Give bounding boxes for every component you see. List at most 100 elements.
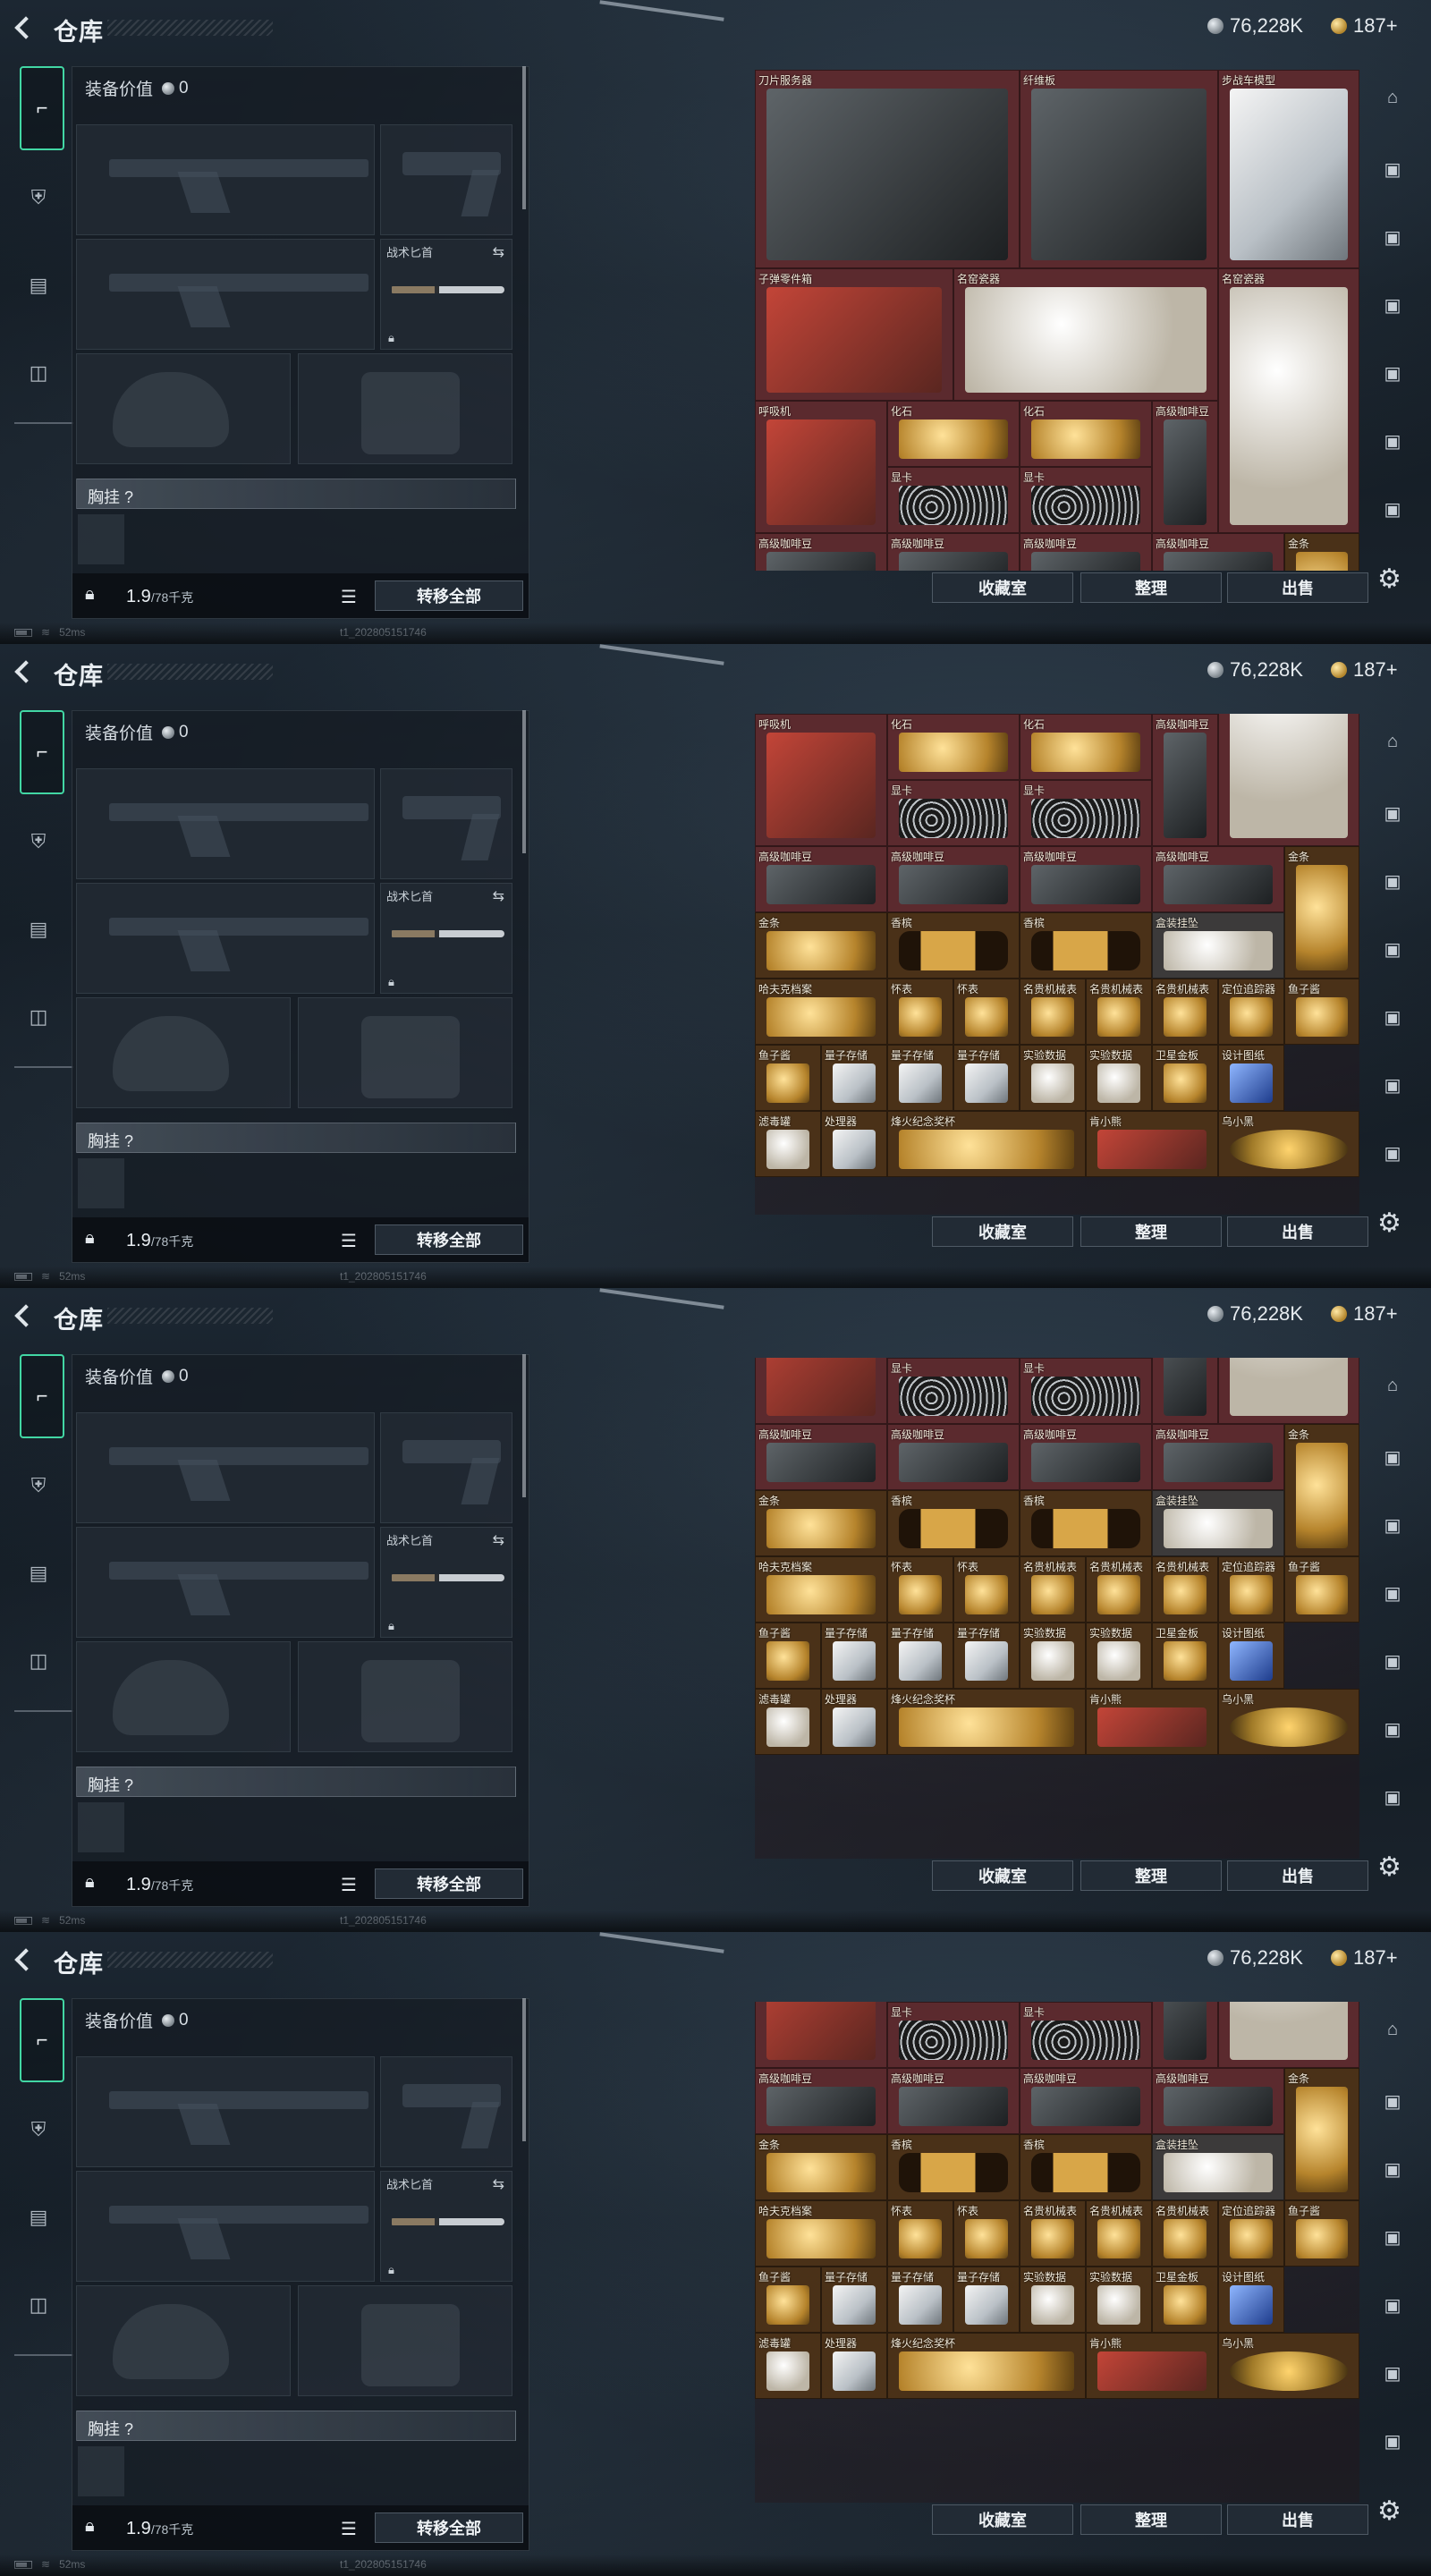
equipment-scrollbar[interactable]	[522, 66, 526, 209]
storage-item[interactable]: 步战车模型	[1218, 70, 1359, 268]
storage-item[interactable]: 香槟	[887, 2134, 1020, 2200]
helmet-slot[interactable]	[76, 2285, 291, 2396]
back-icon[interactable]	[11, 1945, 34, 1975]
sidearm-slot[interactable]	[380, 2056, 512, 2167]
armor-slot[interactable]	[298, 997, 512, 1108]
storage-tab-4[interactable]: ▣	[1377, 934, 1408, 964]
storage-item[interactable]: 哈夫克档案	[755, 2200, 887, 2267]
transfer-all-button[interactable]: 转移全部	[375, 2512, 523, 2543]
storage-item[interactable]: 名贵机械表	[1020, 979, 1086, 1045]
storage-grid[interactable]: 刀片服务器纤维板步战车模型子弹零件箱名窑瓷器名窑瓷器呼吸机化石化石高级咖啡豆显卡…	[755, 1358, 1359, 1859]
storage-grid[interactable]: 刀片服务器纤维板步战车模型子弹零件箱名窑瓷器名窑瓷器呼吸机化石化石高级咖啡豆显卡…	[755, 2002, 1359, 2503]
helmet-slot[interactable]	[76, 353, 291, 464]
storage-tab-6[interactable]: ▣	[1377, 1714, 1408, 1744]
storage-tab-1[interactable]: ⌂	[1377, 1370, 1408, 1401]
storage-item[interactable]: 显卡	[1020, 780, 1152, 846]
storage-item[interactable]: 怀表	[887, 979, 953, 1045]
storage-item[interactable]: 名贵机械表	[1152, 2200, 1218, 2267]
storage-item[interactable]: 香槟	[1020, 912, 1152, 979]
gear-icon[interactable]: ⚙	[1377, 1852, 1401, 1883]
storage-item[interactable]: 盒装挂坠	[1152, 2134, 1284, 2200]
silver-currency[interactable]: 76,228K	[1207, 14, 1303, 38]
primary-weapon-slot[interactable]	[76, 124, 375, 235]
storage-item[interactable]: 金条	[755, 2134, 887, 2200]
storage-item[interactable]: 名窑瓷器	[1218, 1358, 1359, 1424]
helmet-slot[interactable]	[76, 1641, 291, 1752]
silver-currency[interactable]: 76,228K	[1207, 658, 1303, 682]
storage-item[interactable]: 怀表	[953, 979, 1020, 1045]
sort-button[interactable]: 整理	[1080, 1860, 1222, 1891]
sidearm-slot[interactable]	[380, 124, 512, 235]
storage-item[interactable]: 显卡	[887, 780, 1020, 846]
storage-item[interactable]: 哈夫克档案	[755, 1556, 887, 1623]
storage-item[interactable]: 金条	[1284, 1424, 1359, 1556]
storage-item[interactable]: 高级咖啡豆	[755, 533, 887, 571]
storage-item[interactable]: 高级咖啡豆	[755, 2068, 887, 2134]
storage-item[interactable]: 处理器	[821, 1689, 887, 1755]
transfer-all-button[interactable]: 转移全部	[375, 1868, 523, 1899]
storage-item[interactable]: 高级咖啡豆	[1152, 1358, 1218, 1424]
gold-currency[interactable]: 187+	[1331, 658, 1398, 682]
storage-item[interactable]: 卫星金板	[1152, 1045, 1218, 1111]
rig-tab[interactable]: ▤	[18, 265, 59, 306]
storage-tab-5[interactable]: ▣	[1377, 1002, 1408, 1032]
storage-tab-6[interactable]: ▣	[1377, 2358, 1408, 2388]
storage-item[interactable]: 香槟	[887, 912, 1020, 979]
swap-icon[interactable]: ⇆	[493, 887, 504, 905]
vault-button[interactable]: 收藏室	[932, 1216, 1073, 1247]
storage-item[interactable]: 名贵机械表	[1086, 979, 1152, 1045]
storage-tab-3[interactable]: ▣	[1377, 2154, 1408, 2184]
storage-item[interactable]: 显卡	[887, 2002, 1020, 2068]
storage-item[interactable]: 盒装挂坠	[1152, 1490, 1284, 1556]
weapon-tab[interactable]: ⌐	[20, 1998, 64, 2082]
storage-item[interactable]: 高级咖啡豆	[1152, 2068, 1284, 2134]
storage-item[interactable]: 名窑瓷器	[953, 268, 1218, 401]
sell-button[interactable]: 出售	[1227, 1216, 1368, 1247]
storage-item[interactable]: 哈夫克档案	[755, 979, 887, 1045]
storage-item[interactable]: 名贵机械表	[1086, 1556, 1152, 1623]
list-icon[interactable]: ☰	[341, 1874, 357, 1896]
swap-icon[interactable]: ⇆	[493, 243, 504, 261]
storage-item[interactable]: 量子存储	[953, 1623, 1020, 1689]
storage-item[interactable]: 怀表	[887, 2200, 953, 2267]
list-icon[interactable]: ☰	[341, 1230, 357, 1252]
storage-item[interactable]: 高级咖啡豆	[1020, 533, 1152, 571]
secondary-weapon-slot[interactable]	[76, 2171, 375, 2282]
secondary-weapon-slot[interactable]	[76, 1527, 375, 1638]
storage-item[interactable]: 高级咖啡豆	[887, 846, 1020, 912]
gold-currency[interactable]: 187+	[1331, 1946, 1398, 1970]
storage-tab-2[interactable]: ▣	[1377, 1442, 1408, 1472]
storage-tab-3[interactable]: ▣	[1377, 222, 1408, 252]
gear-icon[interactable]: ⚙	[1377, 1208, 1401, 1239]
storage-item[interactable]: 实验数据	[1020, 2267, 1086, 2333]
gold-currency[interactable]: 187+	[1331, 14, 1398, 38]
storage-item[interactable]: 化石	[1020, 714, 1152, 780]
gear-icon[interactable]: ⚙	[1377, 564, 1401, 595]
storage-item[interactable]: 显卡	[1020, 467, 1152, 533]
storage-item[interactable]: 金条	[755, 912, 887, 979]
sort-button[interactable]: 整理	[1080, 2504, 1222, 2535]
chest-rig-bar[interactable]: 胸挂 ?	[76, 2411, 516, 2441]
knife-slot[interactable]: 战术匕首 ⇆ 🔒︎	[380, 2171, 512, 2282]
gear-icon[interactable]: ⚙	[1377, 2496, 1401, 2527]
armor-tab[interactable]: ⛨	[18, 177, 59, 218]
vault-button[interactable]: 收藏室	[932, 572, 1073, 603]
storage-item[interactable]: 怀表	[953, 2200, 1020, 2267]
storage-item[interactable]: 高级咖啡豆	[1152, 1424, 1284, 1490]
storage-grid[interactable]: 刀片服务器纤维板步战车模型子弹零件箱名窑瓷器名窑瓷器呼吸机化石化石高级咖啡豆显卡…	[755, 70, 1359, 571]
secondary-weapon-slot[interactable]	[76, 883, 375, 994]
storage-item[interactable]: 卫星金板	[1152, 1623, 1218, 1689]
swap-icon[interactable]: ⇆	[493, 1531, 504, 1549]
storage-item[interactable]: 高级咖啡豆	[755, 1424, 887, 1490]
back-icon[interactable]	[11, 1301, 34, 1331]
storage-item[interactable]: 乌小黑	[1218, 1111, 1359, 1177]
storage-item[interactable]: 实验数据	[1086, 2267, 1152, 2333]
chest-rig-bar[interactable]: 胸挂 ?	[76, 1767, 516, 1797]
storage-item[interactable]: 高级咖啡豆	[887, 533, 1020, 571]
storage-item[interactable]: 盒装挂坠	[1152, 912, 1284, 979]
storage-item[interactable]: 金条	[755, 1490, 887, 1556]
armor-tab[interactable]: ⛨	[18, 1465, 59, 1506]
storage-item[interactable]: 定位追踪器	[1218, 2200, 1284, 2267]
storage-item[interactable]: 金条	[1284, 2068, 1359, 2200]
storage-item[interactable]: 金条	[1284, 846, 1359, 979]
